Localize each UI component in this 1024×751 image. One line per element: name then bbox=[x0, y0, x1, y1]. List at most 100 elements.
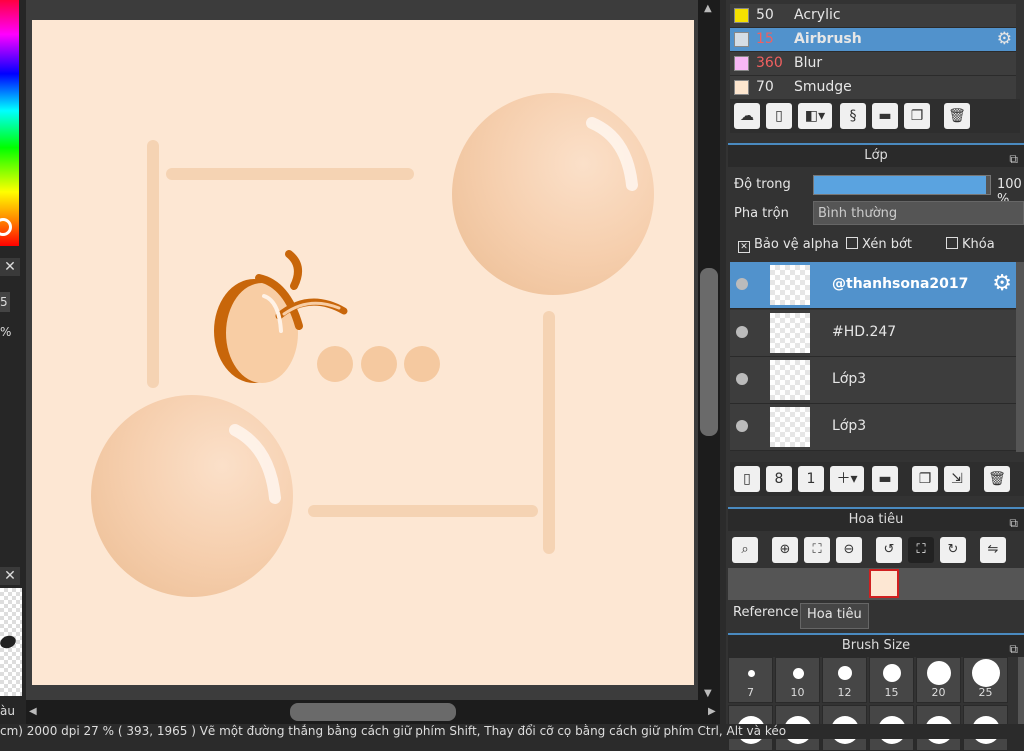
brush-item-airbrush[interactable]: 15 Airbrush ⚙ bbox=[730, 28, 1016, 52]
brush-dot-icon bbox=[972, 659, 1000, 687]
clipping-checkbox[interactable]: Xén bớt bbox=[846, 237, 912, 252]
blend-mode-select[interactable]: Bình thường bbox=[813, 201, 1024, 225]
lock-checkbox[interactable]: Khóa bbox=[946, 237, 995, 252]
eye-icon[interactable] bbox=[736, 326, 748, 338]
brush-color-swatch bbox=[734, 8, 749, 23]
layer-item[interactable]: Lớp3 bbox=[730, 404, 1016, 451]
horizontal-scroll-thumb[interactable] bbox=[290, 703, 456, 721]
brush-dot-icon bbox=[883, 664, 901, 682]
brush-toolbar: ☁ ▯ ◧▾ § ▬ ❐ 🗑 bbox=[730, 99, 1020, 133]
zoom-in-icon[interactable]: ⊕ bbox=[772, 537, 798, 563]
trash-icon[interactable]: 🗑 bbox=[944, 103, 970, 129]
popout-icon[interactable]: ⧉ bbox=[1009, 148, 1018, 170]
new-brush-icon[interactable]: ▯ bbox=[766, 103, 792, 129]
sphere-top-right bbox=[452, 93, 654, 295]
layer-item[interactable]: #HD.247 bbox=[730, 310, 1016, 357]
merge-down-icon[interactable]: ⇲ bbox=[944, 466, 970, 492]
popout-icon[interactable]: ⧉ bbox=[1009, 512, 1018, 534]
blend-mode-value: Bình thường bbox=[818, 206, 898, 221]
rotate-left-icon[interactable]: ↺ bbox=[876, 537, 902, 563]
hue-slider[interactable] bbox=[0, 0, 19, 246]
protect-alpha-checkbox[interactable]: ✕ Bảo vệ alpha bbox=[738, 237, 839, 253]
dot bbox=[317, 346, 353, 382]
layer-thumbnail bbox=[770, 407, 810, 447]
scroll-left-icon[interactable]: ◀ bbox=[29, 706, 37, 717]
left-percent-label: % bbox=[0, 325, 12, 339]
brush-size-label: 20 bbox=[931, 686, 946, 699]
brush-size-label: 12 bbox=[837, 686, 852, 699]
folder-icon[interactable]: ▬ bbox=[872, 466, 898, 492]
close-icon[interactable]: ✕ bbox=[0, 258, 20, 276]
eye-icon[interactable] bbox=[736, 278, 748, 290]
brush-size-option[interactable]: 12 bbox=[822, 657, 867, 703]
brush-size-scrollbar[interactable] bbox=[1018, 657, 1024, 727]
close-icon[interactable]: ✕ bbox=[0, 567, 20, 585]
layer-list-scrollbar[interactable] bbox=[1016, 262, 1024, 452]
brush-name: Airbrush bbox=[794, 31, 862, 47]
new-8bit-layer-icon[interactable]: 8 bbox=[766, 466, 792, 492]
layer-name: Lớp3 bbox=[832, 371, 867, 387]
layer-thumbnail bbox=[770, 265, 810, 305]
fit-screen-icon[interactable]: ⛶ bbox=[804, 537, 830, 563]
brush-settings-icon[interactable]: § bbox=[840, 103, 866, 129]
brush-name: Acrylic bbox=[794, 7, 841, 23]
navigator-toolbar: ⌕ ⊕ ⛶ ⊖ ↺ ⛶ ↻ ⇋ bbox=[730, 534, 1024, 566]
checkbox-icon bbox=[946, 237, 958, 249]
brush-type-dropdown-icon[interactable]: ◧▾ bbox=[798, 103, 832, 129]
sphere-bottom-left bbox=[91, 395, 293, 597]
folder-icon[interactable]: ▬ bbox=[872, 103, 898, 129]
brush-item-acrylic[interactable]: 50 Acrylic bbox=[730, 4, 1016, 28]
opacity-slider[interactable] bbox=[813, 175, 991, 195]
brush-size-option[interactable]: 20 bbox=[916, 657, 961, 703]
eye-icon[interactable] bbox=[736, 420, 748, 432]
checkbox-checked-icon: ✕ bbox=[738, 241, 750, 253]
rotate-right-icon[interactable]: ↻ bbox=[940, 537, 966, 563]
tab-label: Hoa tiêu bbox=[807, 607, 862, 622]
scroll-down-icon[interactable]: ▼ bbox=[704, 688, 712, 699]
reset-view-icon[interactable]: ⛶ bbox=[908, 537, 934, 563]
flip-horizontal-icon[interactable]: ⇋ bbox=[980, 537, 1006, 563]
brush-size-option[interactable]: 10 bbox=[775, 657, 820, 703]
brush-item-smudge[interactable]: 70 Smudge bbox=[730, 76, 1016, 100]
zoom-search-icon[interactable]: ⌕ bbox=[732, 537, 758, 563]
layer-item[interactable]: Lớp3 bbox=[730, 357, 1016, 404]
tab-reference[interactable]: Reference bbox=[728, 601, 804, 629]
new-1bit-layer-icon[interactable]: 1 bbox=[798, 466, 824, 492]
scroll-right-icon[interactable]: ▶ bbox=[708, 706, 716, 717]
add-layer-dropdown-icon[interactable]: ＋▾ bbox=[830, 466, 864, 492]
layer-panel-title-text: Lớp bbox=[864, 148, 888, 163]
navigator-viewport[interactable] bbox=[869, 569, 899, 598]
brush-size-option[interactable]: 7 bbox=[728, 657, 773, 703]
layer-name: Lớp3 bbox=[832, 418, 867, 434]
gear-icon[interactable]: ⚙ bbox=[992, 271, 1012, 296]
brush-color-swatch bbox=[734, 80, 749, 95]
brush-size-title-text: Brush Size bbox=[841, 638, 911, 653]
eye-icon[interactable] bbox=[736, 373, 748, 385]
navigator-preview[interactable] bbox=[728, 568, 1024, 600]
navigator-title-text: Hoa tiêu bbox=[848, 512, 904, 527]
brush-size-label: 10 bbox=[790, 686, 805, 699]
left-value-field[interactable]: 5 bbox=[0, 292, 10, 312]
tab-navigator[interactable]: Hoa tiêu bbox=[800, 603, 869, 629]
vertical-scroll-thumb[interactable] bbox=[700, 268, 718, 436]
brush-item-blur[interactable]: 360 Blur bbox=[730, 52, 1016, 76]
drawing-canvas[interactable] bbox=[32, 20, 694, 685]
navigator-panel-title: Hoa tiêu ⧉ bbox=[728, 507, 1024, 531]
zoom-out-icon[interactable]: ⊖ bbox=[836, 537, 862, 563]
brush-size-option[interactable]: 25 bbox=[963, 657, 1008, 703]
blend-mode-label: Pha trộn bbox=[734, 206, 789, 221]
brush-size-option[interactable]: 15 bbox=[869, 657, 914, 703]
lock-label: Khóa bbox=[962, 237, 995, 252]
duplicate-icon[interactable]: ❐ bbox=[904, 103, 930, 129]
trash-icon[interactable]: 🗑 bbox=[984, 466, 1010, 492]
brush-size-number: 70 bbox=[756, 79, 774, 95]
new-layer-icon[interactable]: ▯ bbox=[734, 466, 760, 492]
cloud-download-icon[interactable]: ☁ bbox=[734, 103, 760, 129]
layer-item[interactable]: @thanhsona2017 ⚙ bbox=[730, 262, 1016, 309]
duplicate-icon[interactable]: ❐ bbox=[912, 466, 938, 492]
brush-size-panel-title: Brush Size ⧉ bbox=[728, 633, 1024, 657]
brush-color-swatch bbox=[734, 32, 749, 47]
brush-name: Smudge bbox=[794, 79, 852, 95]
gear-icon[interactable]: ⚙ bbox=[997, 29, 1012, 49]
scroll-up-icon[interactable]: ▲ bbox=[704, 3, 712, 14]
